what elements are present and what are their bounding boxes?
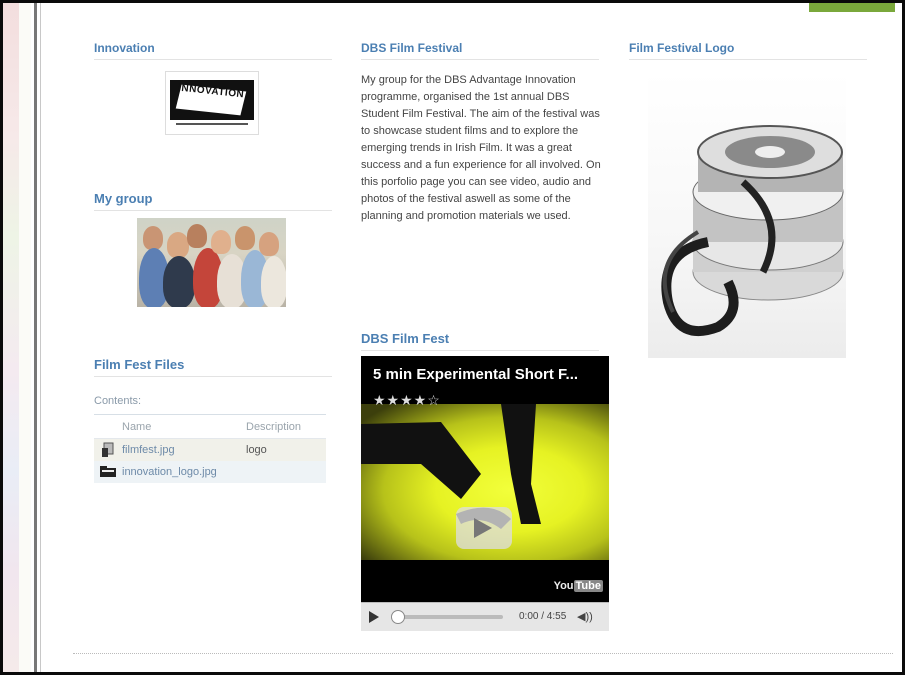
files-table-header: Name Description	[94, 415, 326, 439]
column-header-description: Description	[246, 420, 302, 433]
video-title[interactable]: 5 min Experimental Short F...	[373, 366, 578, 383]
play-icon	[474, 518, 492, 538]
file-name-link[interactable]: innovation_logo.jpg	[122, 466, 246, 478]
page-frame: Innovation INNOVATION My group Film Fest…	[0, 0, 905, 675]
left-border-line	[34, 3, 37, 672]
files-table: Name Description filmfest.jpg logo innov…	[94, 414, 326, 483]
progress-track[interactable]	[393, 615, 503, 619]
film-reels-image	[648, 72, 846, 358]
table-row[interactable]: innovation_logo.jpg	[94, 461, 326, 483]
person	[211, 230, 231, 254]
table-row[interactable]: filmfest.jpg logo	[94, 439, 326, 461]
image-file-icon	[94, 442, 122, 458]
progress-knob[interactable]	[391, 610, 405, 624]
rating-stars: ★★★★☆	[373, 392, 441, 408]
festival-description: My group for the DBS Advantage Innovatio…	[361, 74, 601, 222]
innovation-logo-image: INNOVATION	[165, 71, 259, 135]
footer-divider	[73, 653, 893, 654]
person	[143, 226, 163, 250]
play-overlay-button[interactable]	[456, 507, 512, 549]
left-margin	[19, 3, 31, 672]
group-photo	[137, 218, 286, 307]
video-controls: 0:00 / 4:55 ◀))	[361, 602, 609, 631]
dbs-film-fest-heading: DBS Film Fest	[361, 331, 599, 351]
person	[167, 232, 189, 258]
film-fest-files-heading: Film Fest Files	[94, 357, 332, 377]
file-description: logo	[246, 444, 267, 456]
person	[163, 256, 195, 307]
time-display: 0:00 / 4:55	[519, 611, 567, 622]
youtube-logo-text: You	[553, 580, 574, 592]
column-header-name: Name	[122, 420, 152, 433]
video-player[interactable]: 5 min Experimental Short F... ★★★★☆ You T…	[361, 356, 609, 631]
left-decoration	[3, 3, 19, 672]
video-thumbnail[interactable]	[361, 404, 609, 560]
my-group-heading: My group	[94, 191, 332, 211]
contents-label: Contents:	[94, 395, 142, 407]
folder-file-icon	[94, 466, 122, 478]
logo-subline	[176, 123, 248, 125]
file-name-link[interactable]: filmfest.jpg	[122, 444, 246, 456]
youtube-logo[interactable]: You Tube	[554, 580, 603, 592]
innovation-heading: Innovation	[94, 41, 332, 60]
film-festival-logo-heading: Film Festival Logo	[629, 41, 867, 60]
person	[235, 226, 255, 250]
top-accent-bar	[809, 3, 895, 12]
dbs-film-festival-heading: DBS Film Festival	[361, 41, 599, 60]
person	[259, 232, 279, 256]
left-border-line-thin	[40, 3, 41, 672]
play-button[interactable]	[369, 611, 379, 623]
youtube-logo-tube: Tube	[573, 580, 603, 592]
volume-icon[interactable]: ◀))	[577, 610, 593, 623]
person	[187, 224, 207, 248]
person	[261, 256, 286, 307]
